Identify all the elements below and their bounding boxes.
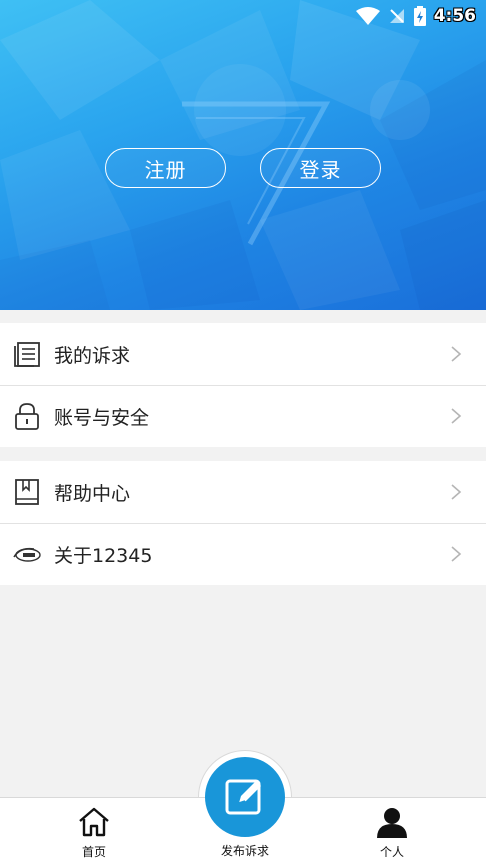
person-icon bbox=[377, 808, 407, 838]
menu-item-label: 我的诉求 bbox=[54, 344, 131, 367]
menu-item-my-requests[interactable]: 我的诉求 bbox=[0, 323, 486, 385]
menu-item-label: 关于12345 bbox=[54, 544, 153, 567]
menu-item-help-center[interactable]: 帮助中心 bbox=[0, 461, 486, 523]
login-button[interactable]: 登录 bbox=[260, 148, 381, 188]
menu-item-label: 帮助中心 bbox=[54, 482, 131, 505]
header-background-pattern bbox=[0, 0, 486, 310]
wifi-icon bbox=[355, 7, 380, 25]
nav-home[interactable]: 首页 bbox=[64, 798, 124, 864]
edit-icon bbox=[225, 779, 261, 815]
publish-request-label: 发布诉求 bbox=[220, 844, 269, 858]
battery-charging-icon bbox=[413, 6, 426, 26]
home-icon bbox=[79, 807, 109, 837]
no-signal-icon bbox=[389, 9, 404, 23]
book-icon bbox=[15, 479, 39, 505]
chevron-right-icon bbox=[451, 346, 462, 362]
chevron-right-icon bbox=[451, 484, 462, 500]
nav-profile[interactable]: 个人 bbox=[362, 798, 422, 864]
status-bar: 4:56 bbox=[0, 0, 486, 34]
profile-header: 4:56 注册 登录 bbox=[0, 0, 486, 310]
nav-profile-label: 个人 bbox=[379, 845, 404, 859]
menu-group-account: 我的诉求 账号与安全 bbox=[0, 323, 486, 447]
menu-item-about[interactable]: 关于12345 bbox=[0, 523, 486, 585]
register-button[interactable]: 注册 bbox=[105, 148, 226, 188]
publish-request-button[interactable] bbox=[205, 757, 285, 837]
chevron-right-icon bbox=[451, 546, 462, 562]
status-time: 4:56 bbox=[433, 6, 476, 26]
menu-group-info: 帮助中心 关于12345 bbox=[0, 461, 486, 585]
app-logo-icon bbox=[13, 547, 41, 562]
menu-item-label: 账号与安全 bbox=[54, 406, 150, 429]
chevron-right-icon bbox=[451, 408, 462, 424]
list-document-icon bbox=[14, 342, 40, 367]
lock-icon bbox=[15, 403, 39, 430]
nav-home-label: 首页 bbox=[81, 845, 106, 859]
menu-item-account-security[interactable]: 账号与安全 bbox=[0, 385, 486, 447]
